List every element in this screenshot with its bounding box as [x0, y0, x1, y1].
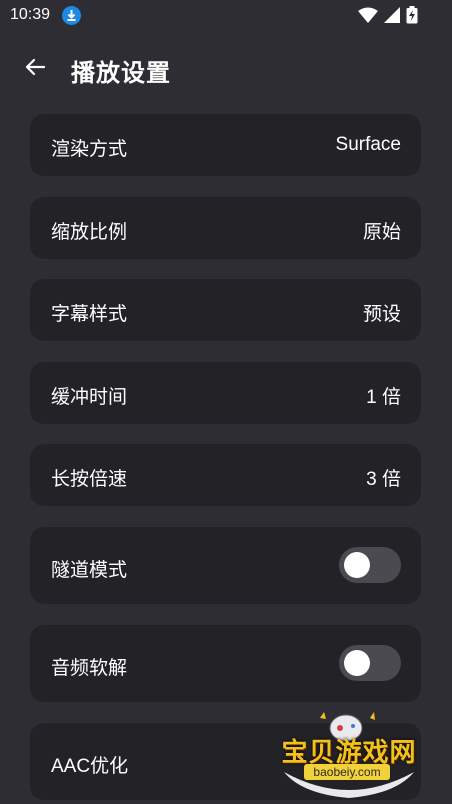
watermark-domain: baobeiy.com [304, 764, 390, 780]
setting-label: AAC优化 [51, 756, 129, 777]
setting-label: 渲染方式 [51, 139, 128, 160]
status-icons [358, 6, 418, 29]
setting-label: 隧道模式 [51, 560, 128, 581]
setting-subtitle-style[interactable]: 字幕样式 预设 [30, 279, 421, 341]
arrow-left-icon [23, 55, 47, 84]
download-icon [62, 6, 81, 25]
signal-icon [384, 7, 400, 28]
page-title: 播放设置 [71, 60, 171, 87]
setting-tunnel-mode[interactable]: 隧道模式 [30, 527, 421, 604]
back-button[interactable] [20, 54, 50, 84]
status-bar: 10:39 [0, 0, 452, 32]
setting-audio-soft-decode[interactable]: 音频软解 [30, 625, 421, 702]
setting-label: 缓冲时间 [51, 387, 128, 408]
setting-value: 预设 [362, 304, 401, 325]
setting-value: 3 倍 [366, 469, 401, 490]
battery-charging-icon [406, 6, 418, 29]
tunnel-mode-toggle[interactable] [339, 547, 401, 583]
setting-label: 缩放比例 [51, 222, 128, 243]
setting-scale-ratio[interactable]: 缩放比例 原始 [30, 197, 421, 259]
wifi-icon [358, 7, 378, 28]
setting-render-mode[interactable]: 渲染方式 Surface [30, 114, 421, 176]
app-bar: 播放设置 [0, 44, 452, 92]
setting-buffer-time[interactable]: 缓冲时间 1 倍 [30, 362, 421, 424]
audio-soft-decode-toggle[interactable] [339, 645, 401, 681]
setting-label: 长按倍速 [51, 469, 128, 490]
setting-label: 音频软解 [51, 658, 128, 679]
watermark-logo: 宝贝游戏网 baobeiy.com [276, 708, 422, 800]
setting-value: 原始 [362, 222, 401, 243]
status-time: 10:39 [10, 6, 51, 23]
toggle-knob [344, 650, 370, 676]
toggle-knob [344, 552, 370, 578]
setting-value: 1 倍 [366, 387, 401, 408]
setting-value: Surface [335, 134, 401, 155]
setting-long-press-speed[interactable]: 长按倍速 3 倍 [30, 444, 421, 506]
setting-label: 字幕样式 [51, 304, 128, 325]
